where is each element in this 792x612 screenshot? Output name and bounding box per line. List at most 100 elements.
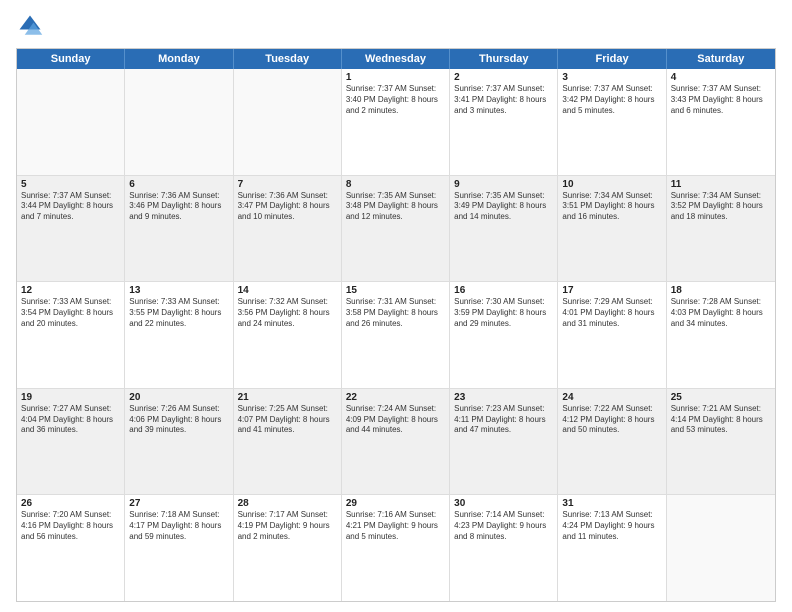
day-cell-31: 31Sunrise: 7:13 AM Sunset: 4:24 PM Dayli… <box>558 495 666 601</box>
day-info: Sunrise: 7:16 AM Sunset: 4:21 PM Dayligh… <box>346 510 445 542</box>
header-day-friday: Friday <box>558 49 666 69</box>
day-cell-12: 12Sunrise: 7:33 AM Sunset: 3:54 PM Dayli… <box>17 282 125 388</box>
day-number: 27 <box>129 498 228 509</box>
calendar-header: SundayMondayTuesdayWednesdayThursdayFrid… <box>17 49 775 69</box>
day-number: 12 <box>21 285 120 296</box>
day-info: Sunrise: 7:18 AM Sunset: 4:17 PM Dayligh… <box>129 510 228 542</box>
empty-cell <box>667 495 775 601</box>
day-info: Sunrise: 7:26 AM Sunset: 4:06 PM Dayligh… <box>129 404 228 436</box>
day-info: Sunrise: 7:32 AM Sunset: 3:56 PM Dayligh… <box>238 297 337 329</box>
calendar-week-4: 19Sunrise: 7:27 AM Sunset: 4:04 PM Dayli… <box>17 389 775 496</box>
day-cell-8: 8Sunrise: 7:35 AM Sunset: 3:48 PM Daylig… <box>342 176 450 282</box>
day-info: Sunrise: 7:34 AM Sunset: 3:52 PM Dayligh… <box>671 191 771 223</box>
day-cell-15: 15Sunrise: 7:31 AM Sunset: 3:58 PM Dayli… <box>342 282 450 388</box>
day-info: Sunrise: 7:35 AM Sunset: 3:48 PM Dayligh… <box>346 191 445 223</box>
day-cell-25: 25Sunrise: 7:21 AM Sunset: 4:14 PM Dayli… <box>667 389 775 495</box>
day-cell-24: 24Sunrise: 7:22 AM Sunset: 4:12 PM Dayli… <box>558 389 666 495</box>
calendar-week-1: 1Sunrise: 7:37 AM Sunset: 3:40 PM Daylig… <box>17 69 775 176</box>
day-cell-16: 16Sunrise: 7:30 AM Sunset: 3:59 PM Dayli… <box>450 282 558 388</box>
day-info: Sunrise: 7:37 AM Sunset: 3:43 PM Dayligh… <box>671 84 771 116</box>
day-number: 4 <box>671 72 771 83</box>
header-day-saturday: Saturday <box>667 49 775 69</box>
day-cell-5: 5Sunrise: 7:37 AM Sunset: 3:44 PM Daylig… <box>17 176 125 282</box>
day-info: Sunrise: 7:24 AM Sunset: 4:09 PM Dayligh… <box>346 404 445 436</box>
day-info: Sunrise: 7:35 AM Sunset: 3:49 PM Dayligh… <box>454 191 553 223</box>
day-cell-20: 20Sunrise: 7:26 AM Sunset: 4:06 PM Dayli… <box>125 389 233 495</box>
day-info: Sunrise: 7:21 AM Sunset: 4:14 PM Dayligh… <box>671 404 771 436</box>
day-cell-23: 23Sunrise: 7:23 AM Sunset: 4:11 PM Dayli… <box>450 389 558 495</box>
day-info: Sunrise: 7:25 AM Sunset: 4:07 PM Dayligh… <box>238 404 337 436</box>
day-info: Sunrise: 7:37 AM Sunset: 3:44 PM Dayligh… <box>21 191 120 223</box>
day-cell-1: 1Sunrise: 7:37 AM Sunset: 3:40 PM Daylig… <box>342 69 450 175</box>
header-day-thursday: Thursday <box>450 49 558 69</box>
day-number: 21 <box>238 392 337 403</box>
day-cell-10: 10Sunrise: 7:34 AM Sunset: 3:51 PM Dayli… <box>558 176 666 282</box>
day-info: Sunrise: 7:27 AM Sunset: 4:04 PM Dayligh… <box>21 404 120 436</box>
header-day-monday: Monday <box>125 49 233 69</box>
day-info: Sunrise: 7:20 AM Sunset: 4:16 PM Dayligh… <box>21 510 120 542</box>
day-number: 13 <box>129 285 228 296</box>
day-cell-14: 14Sunrise: 7:32 AM Sunset: 3:56 PM Dayli… <box>234 282 342 388</box>
day-cell-6: 6Sunrise: 7:36 AM Sunset: 3:46 PM Daylig… <box>125 176 233 282</box>
day-number: 20 <box>129 392 228 403</box>
day-number: 15 <box>346 285 445 296</box>
day-cell-3: 3Sunrise: 7:37 AM Sunset: 3:42 PM Daylig… <box>558 69 666 175</box>
day-info: Sunrise: 7:29 AM Sunset: 4:01 PM Dayligh… <box>562 297 661 329</box>
day-number: 1 <box>346 72 445 83</box>
header <box>16 12 776 40</box>
day-info: Sunrise: 7:31 AM Sunset: 3:58 PM Dayligh… <box>346 297 445 329</box>
day-number: 26 <box>21 498 120 509</box>
day-info: Sunrise: 7:36 AM Sunset: 3:46 PM Dayligh… <box>129 191 228 223</box>
logo <box>16 12 48 40</box>
day-number: 25 <box>671 392 771 403</box>
day-cell-26: 26Sunrise: 7:20 AM Sunset: 4:16 PM Dayli… <box>17 495 125 601</box>
day-info: Sunrise: 7:37 AM Sunset: 3:41 PM Dayligh… <box>454 84 553 116</box>
day-number: 19 <box>21 392 120 403</box>
day-number: 2 <box>454 72 553 83</box>
calendar-body: 1Sunrise: 7:37 AM Sunset: 3:40 PM Daylig… <box>17 69 775 601</box>
day-cell-28: 28Sunrise: 7:17 AM Sunset: 4:19 PM Dayli… <box>234 495 342 601</box>
calendar: SundayMondayTuesdayWednesdayThursdayFrid… <box>16 48 776 602</box>
day-info: Sunrise: 7:37 AM Sunset: 3:42 PM Dayligh… <box>562 84 661 116</box>
page: SundayMondayTuesdayWednesdayThursdayFrid… <box>0 0 792 612</box>
day-info: Sunrise: 7:23 AM Sunset: 4:11 PM Dayligh… <box>454 404 553 436</box>
day-cell-11: 11Sunrise: 7:34 AM Sunset: 3:52 PM Dayli… <box>667 176 775 282</box>
empty-cell <box>125 69 233 175</box>
day-info: Sunrise: 7:33 AM Sunset: 3:55 PM Dayligh… <box>129 297 228 329</box>
day-cell-22: 22Sunrise: 7:24 AM Sunset: 4:09 PM Dayli… <box>342 389 450 495</box>
day-cell-21: 21Sunrise: 7:25 AM Sunset: 4:07 PM Dayli… <box>234 389 342 495</box>
day-cell-2: 2Sunrise: 7:37 AM Sunset: 3:41 PM Daylig… <box>450 69 558 175</box>
day-number: 28 <box>238 498 337 509</box>
day-info: Sunrise: 7:33 AM Sunset: 3:54 PM Dayligh… <box>21 297 120 329</box>
day-info: Sunrise: 7:13 AM Sunset: 4:24 PM Dayligh… <box>562 510 661 542</box>
day-number: 31 <box>562 498 661 509</box>
day-number: 30 <box>454 498 553 509</box>
day-number: 6 <box>129 179 228 190</box>
day-info: Sunrise: 7:22 AM Sunset: 4:12 PM Dayligh… <box>562 404 661 436</box>
day-number: 10 <box>562 179 661 190</box>
day-cell-18: 18Sunrise: 7:28 AM Sunset: 4:03 PM Dayli… <box>667 282 775 388</box>
logo-icon <box>16 12 44 40</box>
calendar-week-3: 12Sunrise: 7:33 AM Sunset: 3:54 PM Dayli… <box>17 282 775 389</box>
day-cell-30: 30Sunrise: 7:14 AM Sunset: 4:23 PM Dayli… <box>450 495 558 601</box>
empty-cell <box>17 69 125 175</box>
day-info: Sunrise: 7:37 AM Sunset: 3:40 PM Dayligh… <box>346 84 445 116</box>
day-cell-27: 27Sunrise: 7:18 AM Sunset: 4:17 PM Dayli… <box>125 495 233 601</box>
day-cell-13: 13Sunrise: 7:33 AM Sunset: 3:55 PM Dayli… <box>125 282 233 388</box>
day-info: Sunrise: 7:36 AM Sunset: 3:47 PM Dayligh… <box>238 191 337 223</box>
calendar-week-2: 5Sunrise: 7:37 AM Sunset: 3:44 PM Daylig… <box>17 176 775 283</box>
empty-cell <box>234 69 342 175</box>
day-number: 9 <box>454 179 553 190</box>
day-cell-7: 7Sunrise: 7:36 AM Sunset: 3:47 PM Daylig… <box>234 176 342 282</box>
day-cell-4: 4Sunrise: 7:37 AM Sunset: 3:43 PM Daylig… <box>667 69 775 175</box>
day-number: 7 <box>238 179 337 190</box>
day-cell-19: 19Sunrise: 7:27 AM Sunset: 4:04 PM Dayli… <box>17 389 125 495</box>
day-info: Sunrise: 7:30 AM Sunset: 3:59 PM Dayligh… <box>454 297 553 329</box>
day-cell-9: 9Sunrise: 7:35 AM Sunset: 3:49 PM Daylig… <box>450 176 558 282</box>
day-number: 23 <box>454 392 553 403</box>
day-number: 24 <box>562 392 661 403</box>
header-day-tuesday: Tuesday <box>234 49 342 69</box>
day-number: 29 <box>346 498 445 509</box>
day-info: Sunrise: 7:14 AM Sunset: 4:23 PM Dayligh… <box>454 510 553 542</box>
calendar-week-5: 26Sunrise: 7:20 AM Sunset: 4:16 PM Dayli… <box>17 495 775 601</box>
